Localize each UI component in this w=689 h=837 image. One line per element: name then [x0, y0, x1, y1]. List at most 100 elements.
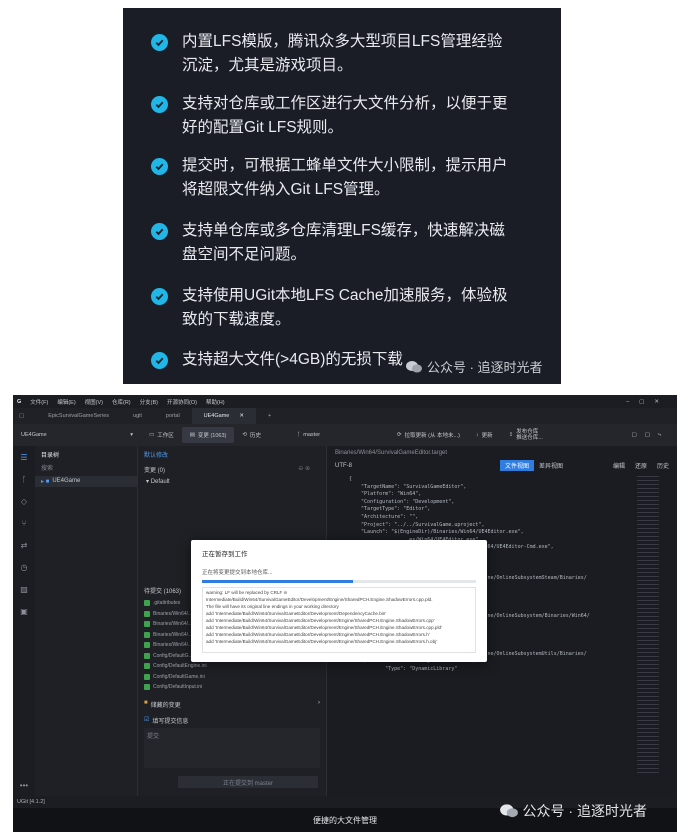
caption-text: 便捷的大文件管理: [313, 815, 377, 825]
file-name: Binaries/Win64/...: [153, 631, 193, 638]
group-label: 变更 (0): [144, 468, 166, 474]
chevron-right-icon: ›: [318, 700, 320, 706]
publish-button[interactable]: ⇪ 发布仓库 推送仓库...: [501, 427, 551, 443]
check-circle-icon: [151, 352, 168, 369]
check-circle-icon: [151, 158, 168, 175]
commit-progress-dialog: 正在暂存到工作 正在将变更提交到本地仓库... warning: LF will…: [191, 540, 487, 662]
changes-button[interactable]: ▤ 变更 (1063): [181, 427, 235, 443]
sync-icon: ⟳: [396, 432, 402, 438]
feature-text: 盘空间不足问题。: [182, 246, 307, 263]
watermark-text: 公众号 · 追逐时光者: [522, 803, 647, 819]
viewer-toolbar: UTF-8 文件视图 差异视图 编辑 还原 历史: [335, 460, 669, 471]
activity-rail: ☰ ᚴ ◇ ⑂ ⇄ ◷ ▨ ▣ •••: [13, 446, 35, 796]
feature-item: 支持使用UGit本地LFS Cache加速服务，体验极 致的下载速度。: [151, 284, 531, 332]
feature-text: 致的下载速度。: [182, 311, 291, 328]
feature-text: 支持对仓库或工作区进行大文件分析，以便于更: [182, 95, 508, 112]
list-item[interactable]: Config/DefaultGame.ini: [144, 672, 320, 683]
feature-text: 沉淀，尤其是游戏项目。: [182, 57, 353, 74]
file-name: Config/DefaultGame.ini: [153, 673, 205, 680]
progress-fill: [202, 580, 353, 583]
menu-collab[interactable]: 开源协同(O): [167, 398, 197, 406]
tree-item-label: UE4Game: [52, 478, 81, 484]
sidebar: 目录树 搜索 ▸ ■ UE4Game: [35, 446, 138, 796]
revert-button[interactable]: 还原: [635, 461, 647, 470]
menu-edit[interactable]: 编辑(E): [57, 398, 75, 406]
menu-view[interactable]: 视图(V): [85, 398, 103, 406]
menu-help[interactable]: 帮助(H): [206, 398, 225, 406]
feature-item: 提交时，可根据工蜂单文件大小限制，提示用户 将超限文件纳入Git LFS管理。: [151, 154, 531, 202]
sidebar-title: 目录树: [41, 453, 60, 459]
menu-branch[interactable]: 分支(B): [140, 398, 158, 406]
lfs-icon[interactable]: ▨: [13, 578, 35, 600]
branch-icon[interactable]: ᚴ: [13, 468, 35, 490]
log-line: add 'Intermediate/Build/Win64/SurvivalGa…: [206, 618, 435, 623]
clock-icon[interactable]: ◷: [13, 556, 35, 578]
branch-label: master: [303, 432, 321, 438]
check-circle-icon: [151, 96, 168, 113]
code-line: "TargetType": "Editor",: [349, 506, 431, 513]
feature-panel: 内置LFS模版，腾讯众多大型项目LFS管理经验 沉淀，尤其是游戏项目。 支持对仓库…: [123, 8, 561, 384]
log-output[interactable]: warning: LF will be replaced by CRLF in …: [202, 587, 476, 653]
file-view-button[interactable]: 文件视图: [500, 460, 535, 471]
tag-icon[interactable]: ◇: [13, 490, 35, 512]
status-icon: [144, 621, 150, 628]
fetch-button[interactable]: ↓ 更新: [468, 427, 501, 443]
list-item[interactable]: Config/DefaultInput.ini: [144, 682, 320, 693]
file-name: .gitattributes: [153, 600, 181, 607]
pull-button[interactable]: ⟳ 拉取更新 (从 本地未...): [389, 427, 468, 443]
repo-selector[interactable]: UE4Game ▾: [13, 427, 141, 443]
window-controls[interactable]: –▢✕: [626, 399, 669, 405]
diff-view-button[interactable]: 差异视图: [534, 460, 568, 471]
code-line: "TargetName": "SurvivalGameEditor",: [349, 483, 467, 490]
unstaged-group[interactable]: 变更 (0) ⊖ ⊕: [138, 463, 326, 476]
list-item[interactable]: Config/DefaultEngine.ini: [144, 661, 320, 672]
feature-text: 提交时，可根据工蜂单文件大小限制，提示用户: [182, 157, 508, 174]
encoding-selector[interactable]: UTF-8: [335, 463, 352, 469]
tab-epic[interactable]: EpicSurvivalGameSeries: [36, 408, 121, 424]
branch-selector[interactable]: ᚴ master: [289, 427, 389, 443]
app-window: G 文件(F) 编辑(E) 视图(V) 仓库(R) 分支(B) 开源协同(O) …: [13, 395, 677, 832]
toolbar: UE4Game ▾ ▭ 工作区 ▤ 变更 (1063) ⟲ 历史 ᚴ master ⟳ 拉取…: [13, 424, 677, 446]
tree-item[interactable]: ▸ ■ UE4Game: [35, 476, 137, 487]
group-actions-icon[interactable]: ⊖ ⊕: [298, 465, 310, 474]
commit-msg-toggle[interactable]: ☑ 填写提交信息: [144, 716, 188, 725]
code-line: "Type": "DynamicLibrary": [349, 665, 458, 672]
close-icon[interactable]: ✕: [239, 413, 244, 419]
merge-icon[interactable]: ⑂: [13, 512, 35, 534]
workspace-button[interactable]: ▭ 工作区: [141, 427, 182, 443]
tab-ugit[interactable]: ugit: [121, 408, 154, 424]
stash-icon[interactable]: ▣: [13, 600, 35, 622]
remote-icon[interactable]: ⇄: [13, 534, 35, 556]
menu-repo[interactable]: 仓库(R): [112, 398, 131, 406]
more-icon[interactable]: •••: [13, 774, 35, 796]
edit-button[interactable]: 编辑: [613, 461, 625, 470]
feature-item: 内置LFS模版，腾讯众多大型项目LFS管理经验 沉淀，尤其是游戏项目。: [151, 30, 531, 78]
pull-label: 拉取更新 (从 本地未...): [404, 433, 460, 439]
stash-row[interactable]: ■ 储藏的变更 ›: [144, 700, 320, 709]
toolbar-icons[interactable]: ▢▢⤷: [632, 432, 669, 439]
code-line: "Architecture": "",: [349, 513, 419, 520]
minimap[interactable]: [637, 476, 659, 776]
workspace-label: 工作区: [157, 433, 174, 439]
history-label: 历史: [249, 433, 261, 439]
history-button[interactable]: 历史: [657, 461, 669, 470]
tab-ue4game[interactable]: UE4Game ✕: [191, 408, 256, 424]
log-line: add 'Intermediate/Build/Win64/SurvivalGa…: [206, 611, 387, 616]
menu-file[interactable]: 文件(F): [30, 398, 48, 406]
status-icon: [144, 642, 150, 649]
sidebar-search[interactable]: 搜索: [35, 463, 137, 472]
commit-message-input[interactable]: 提交: [144, 728, 320, 768]
tab-portal[interactable]: portal: [154, 408, 192, 424]
chevron-down-icon: ▾: [130, 432, 133, 438]
repo-icon: ▢: [19, 413, 25, 419]
default-changelist[interactable]: ▾ Default: [138, 476, 326, 487]
wechat-icon: [406, 360, 422, 372]
code-line: {: [349, 476, 353, 482]
status-icon: [144, 684, 150, 691]
commit-button[interactable]: 正在提交到 master: [178, 776, 318, 788]
feature-text: 支持单仓库或多仓库清理LFS缓存，快速解决磁: [182, 222, 505, 239]
files-icon[interactable]: ☰: [13, 446, 35, 468]
history-button[interactable]: ⟲ 历史: [234, 427, 269, 443]
status-icon: [144, 600, 150, 607]
add-tab-icon[interactable]: +: [256, 408, 283, 424]
